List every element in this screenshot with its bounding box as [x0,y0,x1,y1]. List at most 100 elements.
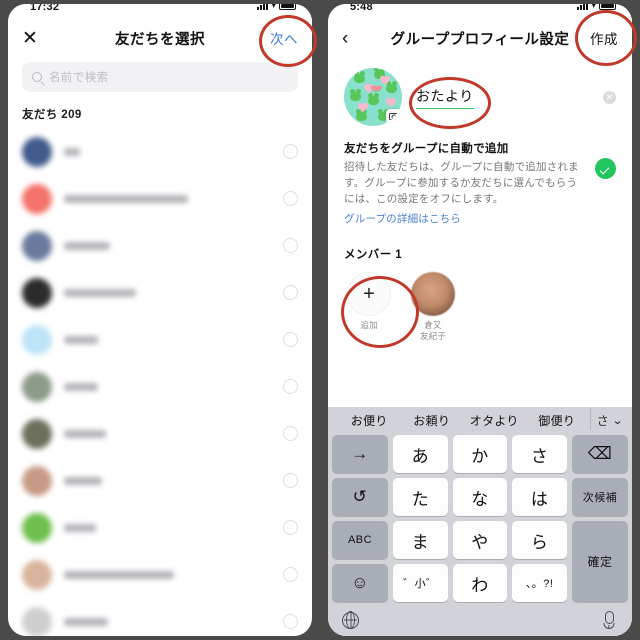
suggestion-partial: さ [596,413,609,428]
right-phone: 5:48 ▾ ‹ グループプロフィール設定 作成 おたより ✕ 友だちをグループ… [320,0,640,640]
suggestion-item[interactable]: お頼り [401,412,464,429]
friend-name [64,241,110,250]
select-checkbox[interactable] [283,238,298,253]
avatar [22,606,52,636]
plus-icon: + [347,272,391,317]
suggestion-item[interactable]: 御便り [526,412,589,429]
friend-row[interactable] [22,410,298,457]
friend-row[interactable] [22,128,298,175]
undo-key[interactable]: ↺ [332,478,388,516]
group-avatar-frog-pattern[interactable] [344,68,402,126]
status-time: 17:32 [30,4,60,13]
member-item[interactable]: 倉又 友紀子 [408,272,458,342]
suggestion-item[interactable]: お便り [338,412,401,429]
right-status-bar: 5:48 ▾ [328,4,632,18]
key-ka[interactable]: か [452,435,508,473]
select-checkbox[interactable] [283,426,298,441]
emoji-key[interactable]: ☺ [332,564,388,602]
search-placeholder: 名前で検索 [49,72,109,84]
arrow-right-key[interactable]: → [332,435,388,473]
back-chevron-icon[interactable]: ‹ [342,29,366,48]
clear-circle-icon[interactable]: ✕ [603,90,616,104]
auto-add-title: 友だちをグループに自動で追加 [344,143,509,155]
next-button[interactable]: 次へ [270,28,298,48]
select-checkbox[interactable] [283,567,298,582]
friend-name [64,570,174,579]
friend-name [64,476,102,485]
create-button[interactable]: 作成 [590,28,618,48]
member-name-line2: 友紀子 [419,331,447,342]
avatar [22,277,52,308]
auto-add-toggle[interactable] [595,158,616,179]
auto-add-section: 友だちをグループに自動で追加 招待した友だちは、グループに自動で追加されます。グ… [328,126,632,226]
friend-row[interactable] [22,504,298,551]
status-indicators: ▾ [577,4,616,10]
key-sa[interactable]: さ [512,435,567,473]
left-status-bar: 17:32 ▾ [8,4,312,18]
avatar [22,371,52,402]
friend-row[interactable] [22,175,298,222]
punctuation-key[interactable]: 、。?! [512,564,567,602]
avatar [22,136,52,167]
key-ha[interactable]: は [512,478,567,516]
members-title: メンバー 1 [344,249,402,262]
globe-icon[interactable] [342,611,359,629]
delete-key[interactable]: ⌫ [572,435,628,473]
abc-key[interactable]: ABC [332,521,388,559]
member-name: 倉又 友紀子 [408,320,458,342]
friend-name [64,335,98,344]
friend-name [64,382,98,391]
wifi-icon: ▾ [271,4,276,10]
friend-row[interactable] [22,551,298,598]
select-checkbox[interactable] [283,473,298,488]
search-input[interactable]: 名前で検索 [22,62,298,92]
close-icon[interactable]: ✕ [22,29,46,48]
search-area: 名前で検索 [8,58,312,92]
friend-name [64,429,106,438]
select-checkbox[interactable] [283,144,298,159]
suggestion-item[interactable]: オタより [463,412,526,429]
avatar [22,418,52,449]
select-checkbox[interactable] [283,191,298,206]
friend-row[interactable] [22,363,298,410]
group-details-link[interactable]: グループの詳細はこちら [344,211,585,226]
next-candidate-key[interactable]: 次候補 [572,478,628,516]
key-a[interactable]: あ [393,435,448,473]
dakuten-key[interactable]: ゛小゜ [393,564,448,602]
battery-icon [599,4,616,10]
key-na[interactable]: な [452,478,508,516]
select-checkbox[interactable] [283,520,298,535]
select-checkbox[interactable] [283,285,298,300]
key-wa[interactable]: わ [452,564,508,602]
friend-row[interactable] [22,457,298,504]
avatar [22,465,52,496]
avatar [22,324,52,355]
keyboard-grid: → あかさ ⌫ ↺ たなは次候補 ABC まやら確定 ☺ ゛小゜わ、。?! [332,433,628,602]
friend-row[interactable] [22,222,298,269]
camera-icon[interactable] [386,109,401,124]
friend-row[interactable] [22,269,298,316]
friend-name [64,194,188,203]
confirm-key[interactable]: 確定 [572,521,628,602]
friend-name [64,147,80,156]
suggestion-expand[interactable]: さ ⌄ [588,407,624,430]
key-ra[interactable]: ら [512,521,567,559]
add-member-button[interactable]: + 追加 [344,272,394,342]
friend-row[interactable] [22,316,298,363]
key-ta[interactable]: た [393,478,448,516]
key-ma[interactable]: ま [393,521,448,559]
wifi-icon: ▾ [591,4,596,10]
microphone-icon[interactable] [600,610,618,630]
page-title: グループプロフィール設定 [390,31,570,48]
group-name-field[interactable]: おたより [416,86,589,109]
select-checkbox[interactable] [283,614,298,629]
key-ya[interactable]: や [452,521,508,559]
screenshot-stage: 17:32 ▾ ✕ 友だちを選択 次へ 名前で検索 友だち 209 5:48 ▾… [0,0,640,640]
friend-list [8,128,312,636]
friends-count-header: 友だち 209 [22,109,82,121]
select-checkbox[interactable] [283,332,298,347]
japanese-keyboard: お便り お頼り オタより 御便りさ ⌄ → あかさ ⌫ ↺ たなは次候補 ABC まやら確定 ☺ ゛小゜… [328,407,632,636]
friend-row[interactable] [22,598,298,636]
chevron-down-icon[interactable]: ⌄ [612,414,624,427]
select-checkbox[interactable] [283,379,298,394]
